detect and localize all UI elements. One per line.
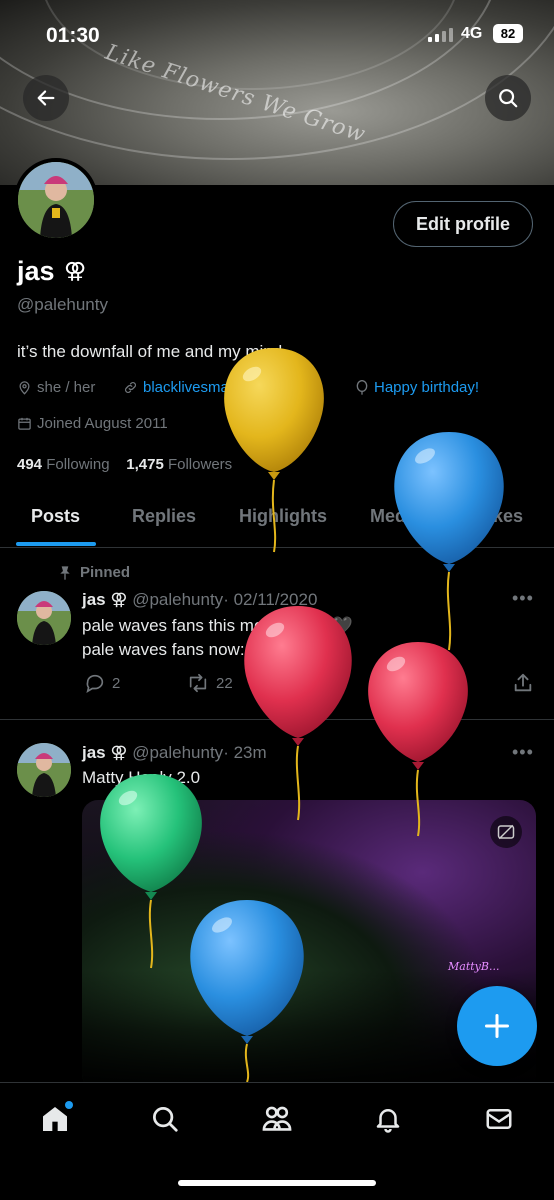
post-avatar[interactable] [17,743,71,797]
profile-pronouns: she / her [17,379,95,396]
profile-avatar[interactable] [14,158,98,242]
post-author-handle[interactable]: @palehunty [132,590,223,609]
like-button[interactable]: 136 [294,672,347,692]
home-notification-dot [65,1101,73,1109]
communities-icon [262,1106,292,1131]
views-button[interactable] [400,672,420,692]
edit-profile-button[interactable]: Edit profile [393,201,533,247]
like-count: 136 [322,673,348,691]
share-icon [514,673,532,692]
bell-icon [376,1109,400,1133]
lesbian-symbol-icon: ⚢ [64,258,87,283]
mail-icon [486,1109,512,1129]
profile-name: jas [17,256,55,286]
following-count: 494 [17,456,43,473]
mute-button[interactable] [490,816,522,848]
post-text-line1: Matty Healy 2.0 [82,768,201,787]
followers-link[interactable]: 1,475 Followers [126,456,232,473]
video-neon-sign: MattyB... [448,960,500,973]
post-text-line1: pale waves fans this morning: 💀🖤 [82,616,354,635]
tab-likes[interactable]: Likes [477,506,523,527]
reply-icon [86,674,104,693]
link-icon [125,382,136,393]
profile-handle: @palehunty [17,295,108,314]
birthday[interactable]: Happy birthday! [355,379,479,396]
lesbian-symbol-icon: ⚢ [110,743,128,762]
views-icon [403,676,418,690]
status-bar: 01:30 4G 82 [0,0,554,70]
network-type: 4G [461,25,483,42]
tab-media[interactable]: Media [370,506,421,527]
link-text[interactable]: blacklivesmatters.carrd.co [143,379,316,396]
search-button[interactable] [485,75,531,121]
compose-button[interactable] [457,986,537,1066]
nav-explore[interactable] [145,1099,185,1139]
post-divider [0,719,554,720]
more-icon[interactable]: ••• [512,742,534,763]
follow-stats: 494 Following 1,475 Followers [17,456,232,473]
post-author-name[interactable]: jas [82,743,106,762]
repost-button[interactable]: 22 [186,672,233,694]
pinned-label: Pinned [58,564,130,581]
reply-count: 2 [112,674,121,692]
active-tab-indicator [16,542,96,546]
profile-tabs: Posts Replies Highlights Media Likes [0,492,554,548]
back-arrow-icon [37,90,55,106]
following-label: Following [46,456,110,473]
repost-icon [189,673,207,693]
post-avatar[interactable] [17,591,71,645]
repost-count: 22 [216,674,233,692]
back-button[interactable] [23,75,69,121]
tab-posts[interactable]: Posts [31,506,80,527]
more-icon[interactable]: ••• [512,588,534,609]
post-author-handle[interactable]: @palehunty [132,743,223,762]
lesbian-symbol-icon: ⚢ [110,590,128,609]
joined-text: Joined August 2011 [37,415,168,432]
pronouns-text: she / her [37,379,96,396]
pinned-text: Pinned [80,564,131,581]
nav-messages[interactable] [479,1099,519,1139]
search-icon [153,1107,178,1132]
post-date[interactable]: · 02/11/2020 [223,590,317,609]
nav-communities[interactable] [257,1099,297,1139]
nav-home[interactable] [35,1099,75,1139]
birthday-text[interactable]: Happy birthday! [374,379,479,396]
plus-icon [484,1013,510,1039]
joined-date: Joined August 2011 [17,415,168,432]
following-link[interactable]: 494 Following [17,456,110,473]
post-header: jas ⚢ @palehunty· 02/11/2020 [82,590,317,610]
share-button[interactable] [512,672,534,694]
captions-off-icon [497,824,515,840]
tab-highlights[interactable]: Highlights [239,506,327,527]
battery-icon: 82 [493,24,523,43]
post-header: jas ⚢ @palehunty· 23m [82,743,267,763]
post-text-line2: pale waves fans now: 🦋💖 [82,640,292,659]
profile-bio: it’s the downfall of me and my mind [17,342,283,361]
tab-replies[interactable]: Replies [132,506,196,527]
status-time: 01:30 [46,24,100,47]
signal-icon [428,28,453,42]
post-date[interactable]: · 23m [223,743,266,762]
heart-icon [296,673,314,692]
reply-button[interactable]: 2 [84,672,120,694]
profile-link[interactable]: blacklivesmatters.carrd.co [123,379,316,396]
followers-label: Followers [167,456,233,473]
pin-icon [60,565,70,580]
nav-notifications[interactable] [368,1099,408,1139]
calendar-icon [18,417,31,430]
search-icon [499,89,518,108]
post-author-name[interactable]: jas [82,590,106,609]
followers-count: 1,475 [126,456,164,473]
balloon-icon [356,379,368,395]
home-indicator [178,1180,376,1186]
location-icon [19,381,30,395]
